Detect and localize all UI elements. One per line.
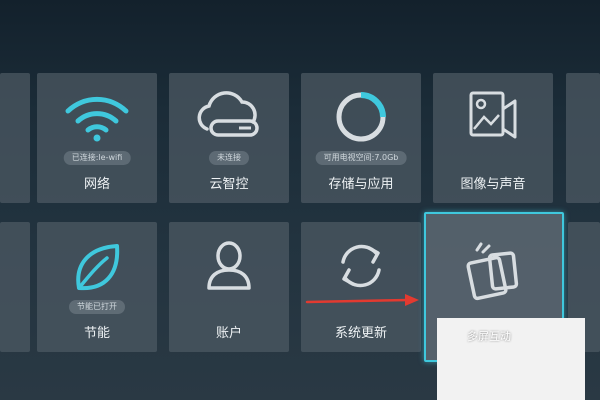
tile-cloud-control[interactable]: 未连接 云智控 <box>169 73 289 203</box>
image-sound-label: 图像与声音 <box>460 177 526 192</box>
storage-status-badge: 可用电视空间:7.0Gb <box>315 151 407 165</box>
storage-ring-icon <box>301 87 421 147</box>
cloud-label: 云智控 <box>209 177 249 192</box>
caption-overlay <box>437 318 585 400</box>
multiscreen-label: 多屏互动 <box>467 330 511 343</box>
tile-left-partial-row2[interactable] <box>0 222 30 352</box>
network-status-badge: 已连接:le-wifi <box>63 151 131 165</box>
red-arrow-icon <box>305 293 421 313</box>
network-label: 网络 <box>83 177 110 192</box>
energy-status-badge: 节能已打开 <box>69 300 125 314</box>
tile-account[interactable]: 账户 <box>169 222 289 352</box>
tile-image-sound[interactable]: 图像与声音 <box>433 73 553 203</box>
tile-left-partial-row1[interactable] <box>0 73 30 203</box>
multiscreen-icon <box>426 240 562 306</box>
leaf-icon <box>37 238 157 298</box>
tile-right-partial-row1[interactable] <box>566 73 600 203</box>
storage-label: 存储与应用 <box>328 177 394 192</box>
wifi-icon <box>37 93 157 143</box>
cloud-icon <box>169 89 289 145</box>
tile-energy-saving[interactable]: 节能已打开 节能 <box>37 222 157 352</box>
user-icon <box>169 240 289 292</box>
energy-label: 节能 <box>83 326 110 341</box>
tile-storage-apps[interactable]: 可用电视空间:7.0Gb 存储与应用 <box>301 73 421 203</box>
account-label: 账户 <box>215 326 242 341</box>
system-update-label: 系统更新 <box>334 326 387 341</box>
image-sound-icon <box>433 87 553 147</box>
cloud-status-badge: 未连接 <box>209 151 249 165</box>
refresh-icon <box>301 236 421 296</box>
tile-system-update[interactable]: 系统更新 <box>301 222 421 352</box>
tile-network[interactable]: 已连接:le-wifi 网络 <box>37 73 157 203</box>
